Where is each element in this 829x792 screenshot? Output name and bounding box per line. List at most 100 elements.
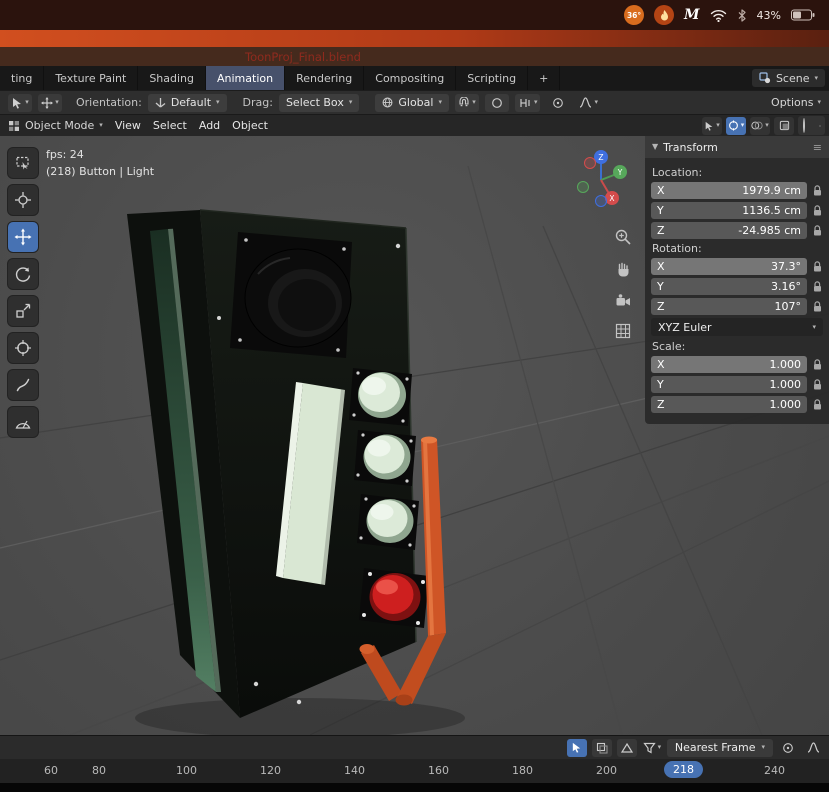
- timeline-ruler[interactable]: 60 80 100 120 140 160 180 200 218 240: [0, 759, 829, 783]
- button-red[interactable]: [359, 568, 429, 628]
- proportional-toggle[interactable]: [778, 739, 798, 757]
- rotation-y-field[interactable]: Y 3.16°: [651, 278, 807, 295]
- scale-icon: [16, 303, 31, 318]
- options-menu[interactable]: Options ▾: [771, 96, 821, 109]
- xray-toggle[interactable]: [774, 116, 794, 135]
- lock-icon[interactable]: [812, 204, 823, 217]
- svg-text:Z: Z: [598, 153, 603, 162]
- lock-icon[interactable]: [812, 378, 823, 391]
- location-z-field[interactable]: Z -24.985 cm: [651, 222, 807, 239]
- falloff-dropdown[interactable]: [803, 739, 823, 757]
- mode-dropdown[interactable]: Object Mode ▾: [8, 119, 103, 132]
- menu-view[interactable]: View: [115, 119, 141, 132]
- center-dot-toggle[interactable]: [546, 94, 570, 112]
- tool-move[interactable]: [8, 222, 38, 252]
- lock-icon[interactable]: [812, 184, 823, 197]
- pan-view-button[interactable]: [612, 258, 634, 280]
- flame-icon: [660, 9, 668, 20]
- rotation-mode-dropdown[interactable]: XYZ Euler ▾: [651, 318, 823, 336]
- current-frame-indicator[interactable]: 218: [664, 761, 703, 778]
- panel-drag-handle-icon[interactable]: ≡: [813, 141, 822, 154]
- tab-compositing[interactable]: Compositing: [364, 66, 457, 90]
- gizmo-x-neg[interactable]: [584, 157, 596, 169]
- filter-dropdown[interactable]: ▾: [642, 739, 662, 757]
- overlays-dropdown[interactable]: ▾: [750, 116, 770, 135]
- ortho-toggle-button[interactable]: [612, 320, 634, 342]
- proportional-editing-toggle[interactable]: [484, 93, 509, 112]
- orientation-dropdown[interactable]: Default ▾: [147, 93, 227, 112]
- menu-object[interactable]: Object: [232, 119, 268, 132]
- menu-add[interactable]: Add: [199, 119, 220, 132]
- scale-y-field[interactable]: Y 1.000: [651, 376, 807, 393]
- transform-panel-header[interactable]: ▼ Transform ≡: [645, 136, 829, 158]
- zoom-view-button[interactable]: [612, 226, 634, 248]
- tool-annotate[interactable]: [8, 370, 38, 400]
- chevron-down-icon: ▾: [216, 98, 220, 106]
- pivot-dropdown[interactable]: Global ▾: [375, 93, 449, 112]
- rotation-x-field[interactable]: X 37.3°: [651, 258, 807, 275]
- tool-transform[interactable]: [8, 333, 38, 363]
- selectability-dropdown[interactable]: ▾: [702, 116, 722, 135]
- lock-icon[interactable]: [812, 260, 823, 273]
- m-app-logo[interactable]: M: [684, 7, 700, 23]
- location-y-field[interactable]: Y 1136.5 cm: [651, 202, 807, 219]
- tool-select-box[interactable]: [8, 148, 38, 178]
- frame-snap-dropdown[interactable]: Nearest Frame ▾: [666, 738, 773, 757]
- lock-icon[interactable]: [812, 280, 823, 293]
- axis-navigation-gizmo[interactable]: Z Y X: [570, 146, 632, 208]
- snap-target-dropdown[interactable]: ▾: [514, 93, 541, 112]
- gizmo-dropdown[interactable]: ▾: [726, 116, 746, 135]
- camera-view-button[interactable]: [612, 290, 634, 312]
- tab-animation[interactable]: Animation: [206, 66, 286, 90]
- scene-icon: [759, 72, 771, 84]
- lock-icon[interactable]: [812, 300, 823, 313]
- tool-measure[interactable]: [8, 407, 38, 437]
- tab-partial[interactable]: ting: [0, 66, 45, 90]
- drag-dropdown[interactable]: Select Box ▾: [278, 93, 360, 112]
- knob-assembly[interactable]: [230, 232, 352, 358]
- rotation-z-field[interactable]: Z 107°: [651, 298, 807, 315]
- gizmo-y-neg[interactable]: [577, 181, 589, 193]
- location-x-field[interactable]: X 1979.9 cm: [651, 182, 807, 199]
- lock-icon[interactable]: [812, 398, 823, 411]
- tab-scripting[interactable]: Scripting: [456, 66, 529, 90]
- button-mint-3[interactable]: [357, 494, 419, 550]
- lock-icon[interactable]: [812, 224, 823, 237]
- shading-material[interactable]: [814, 125, 816, 127]
- shading-rendered[interactable]: [819, 124, 821, 127]
- falloff-dropdown[interactable]: ▾: [576, 94, 601, 112]
- flame-badge[interactable]: [654, 5, 675, 25]
- timeline-select-tool[interactable]: [566, 738, 587, 757]
- tab-shading[interactable]: Shading: [138, 66, 206, 90]
- new-workspace-tab[interactable]: +: [528, 66, 561, 90]
- weather-badge[interactable]: 36°: [624, 5, 645, 25]
- timeline-marker-icon[interactable]: [616, 738, 637, 757]
- gizmo-z-neg[interactable]: [595, 195, 607, 207]
- axis-label: Y: [657, 280, 664, 293]
- lock-icon[interactable]: [812, 358, 823, 371]
- tab-texture-paint[interactable]: Texture Paint: [44, 66, 139, 90]
- scale-y-row: Y 1.000: [651, 376, 823, 393]
- model-control-panel[interactable]: [127, 209, 465, 735]
- active-tool-dropdown[interactable]: ▾: [8, 93, 32, 112]
- annotate-icon: [16, 378, 30, 392]
- fallback-tool-dropdown[interactable]: ▾: [38, 93, 62, 112]
- wifi-icon: [710, 9, 726, 22]
- scene-selector[interactable]: Scene ▾: [751, 69, 825, 87]
- tool-rotate[interactable]: [8, 259, 38, 289]
- timeline-stack-icon[interactable]: [591, 738, 612, 757]
- axis-label: X: [657, 358, 665, 371]
- chevron-down-icon: ▾: [814, 73, 818, 82]
- menu-select[interactable]: Select: [153, 119, 187, 132]
- button-mint-2[interactable]: [354, 430, 416, 486]
- scale-z-field[interactable]: Z 1.000: [651, 396, 807, 413]
- button-mint-1[interactable]: [349, 368, 412, 426]
- snapping-dropdown[interactable]: ▾: [454, 93, 479, 112]
- tab-rendering[interactable]: Rendering: [285, 66, 365, 90]
- tool-cursor[interactable]: [8, 185, 38, 215]
- shading-solid[interactable]: [809, 125, 811, 127]
- shading-wireframe[interactable]: [802, 118, 806, 133]
- axis-label: X: [657, 184, 665, 197]
- tool-scale[interactable]: [8, 296, 38, 326]
- scale-x-field[interactable]: X 1.000: [651, 356, 807, 373]
